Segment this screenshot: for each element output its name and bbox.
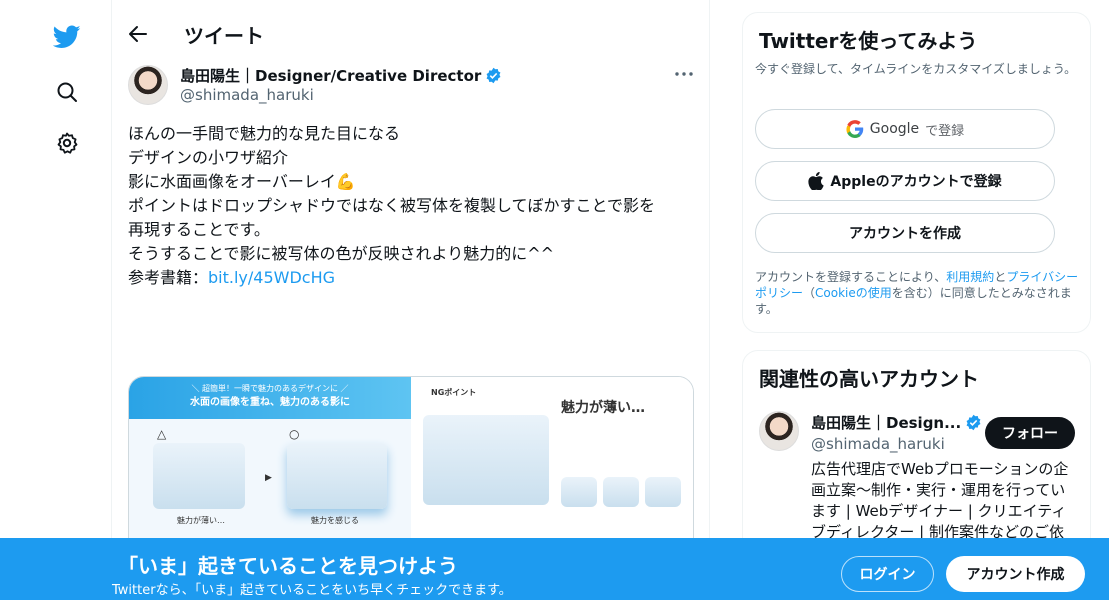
reference-line: 参考書籍：bit.ly/45WDcHG xyxy=(128,266,694,290)
verified-badge-icon xyxy=(966,414,981,431)
author-handle[interactable]: @shimada_haruki xyxy=(180,86,314,104)
more-options-icon[interactable] xyxy=(672,62,696,86)
thumb-3 xyxy=(645,477,681,507)
signup-subtitle: 今すぐ登録して、タイムラインをカスタマイズしましょう。 xyxy=(755,62,1077,76)
apple-label: Appleのアカウントで登録 xyxy=(830,174,1002,190)
signup-card: Twitterを使ってみよう 今すぐ登録して、タイムラインをカスタマイズしましょ… xyxy=(742,12,1091,333)
related-title: 関連性の高いアカウント xyxy=(759,367,979,391)
related-handle[interactable]: @shimada_haruki xyxy=(811,435,945,453)
google-signup-button[interactable]: Google で登録 xyxy=(755,109,1055,149)
related-name-text: 島田陽生｜Design... xyxy=(811,414,962,432)
reference-link[interactable]: bit.ly/45WDcHG xyxy=(208,268,335,287)
tweet-line: ほんの一手間で魅力的な見た目になる xyxy=(128,124,401,143)
media-caption-2: 魅力を感じる xyxy=(311,516,359,525)
header: ツイート xyxy=(112,0,709,53)
legal-pre: アカウントを登録することにより、 xyxy=(755,270,947,284)
search-icon[interactable] xyxy=(50,75,84,109)
legal-text: アカウントを登録することにより、利用規約とプライバシーポリシー（Cookieの使… xyxy=(755,269,1085,317)
tweet-line: デザインの小ワザ紹介 xyxy=(128,148,289,167)
thumb-1 xyxy=(561,477,597,507)
tweet-line: ポイントはドロップシャドウではなく被写体を複製してぼかすことで影を xyxy=(128,196,656,215)
signup-title: Twitterを使ってみよう xyxy=(759,29,978,53)
login-button[interactable]: ログイン xyxy=(841,556,934,592)
bottle-image-1 xyxy=(153,443,245,509)
media-banner-top: ＼ 超簡単！一瞬で魅力のあるデザインに ／ xyxy=(191,384,349,393)
settings-icon[interactable] xyxy=(50,126,84,160)
tweet-line: そうすることで影に被写体の色が反映されより魅力的に^^ xyxy=(128,244,555,263)
related-name[interactable]: 島田陽生｜Design... xyxy=(811,412,982,433)
reference-label: 参考書籍： xyxy=(128,268,209,287)
media-left-panel: ＼ 超簡単！一瞬で魅力のあるデザインに ／ 水面の画像を重ね、魅力のある影に △… xyxy=(129,377,411,555)
apple-icon xyxy=(808,172,825,190)
bottle-image-2 xyxy=(287,443,387,509)
legal-and: と xyxy=(994,270,1007,284)
create-account-button[interactable]: アカウントを作成 xyxy=(755,213,1055,253)
main-column: ツイート 島田陽生｜Designer/Creative Director @sh… xyxy=(112,0,710,600)
author-avatar[interactable] xyxy=(128,65,168,105)
bottle-image-3 xyxy=(423,415,549,505)
google-suffix: で登録 xyxy=(925,123,965,139)
author-name[interactable]: 島田陽生｜Designer/Creative Director xyxy=(180,65,502,86)
legal-paren: （ xyxy=(803,286,816,300)
tweet-body: ほんの一手間で魅力的な見た目になる デザインの小ワザ紹介 影に水面画像をオーバー… xyxy=(128,122,694,290)
media-caption-1: 魅力が薄い… xyxy=(177,516,225,525)
google-icon xyxy=(846,120,864,138)
ng-label: NGポイント xyxy=(431,388,477,397)
bottom-signup-banner: 「いま」起きていることを見つけよう Twitterなら、「いま」起きていることを… xyxy=(0,538,1109,600)
tweet-line: 再現することです。 xyxy=(128,220,270,239)
media-banner-main: 水面の画像を重ね、魅力のある影に xyxy=(190,397,350,408)
follow-button[interactable]: フォロー xyxy=(985,417,1075,449)
app: ツイート 島田陽生｜Designer/Creative Director @sh… xyxy=(0,0,1109,600)
back-arrow-icon[interactable] xyxy=(126,22,150,46)
signup-button[interactable]: アカウント作成 xyxy=(946,556,1085,592)
banner-subtitle: Twitterなら、「いま」起きていることをいち早くチェックできます。 xyxy=(112,583,512,598)
related-avatar[interactable] xyxy=(759,411,799,451)
media-right-title: 魅力が薄い… xyxy=(561,400,645,416)
media-right-panel: NGポイント 魅力が薄い… xyxy=(411,377,693,555)
tweet-line: 影に水面画像をオーバーレイ💪 xyxy=(128,172,356,191)
page-title: ツイート xyxy=(184,24,264,48)
triangle-mark-icon: △ xyxy=(157,427,167,441)
banner-title: 「いま」起きていることを見つけよう xyxy=(118,554,458,578)
author-name-text: 島田陽生｜Designer/Creative Director xyxy=(180,67,482,85)
media-banner: ＼ 超簡単！一瞬で魅力のあるデザインに ／ 水面の画像を重ね、魅力のある影に xyxy=(129,377,411,419)
terms-link[interactable]: 利用規約 xyxy=(946,270,994,284)
arrow-right-icon: ▶ xyxy=(265,473,272,483)
circle-mark-icon: ○ xyxy=(289,427,300,441)
left-nav xyxy=(0,0,112,600)
tweet-media[interactable]: ＼ 超簡単！一瞬で魅力のあるデザインに ／ 水面の画像を重ね、魅力のある影に △… xyxy=(128,376,694,556)
apple-signup-button[interactable]: Appleのアカウントで登録 xyxy=(755,161,1055,201)
thumb-2 xyxy=(603,477,639,507)
verified-badge-icon xyxy=(486,67,501,84)
cookie-link[interactable]: Cookieの使用 xyxy=(815,286,892,300)
create-account-label: アカウントを作成 xyxy=(849,226,961,242)
twitter-logo-icon[interactable] xyxy=(50,20,84,54)
google-label: Google xyxy=(869,121,920,137)
